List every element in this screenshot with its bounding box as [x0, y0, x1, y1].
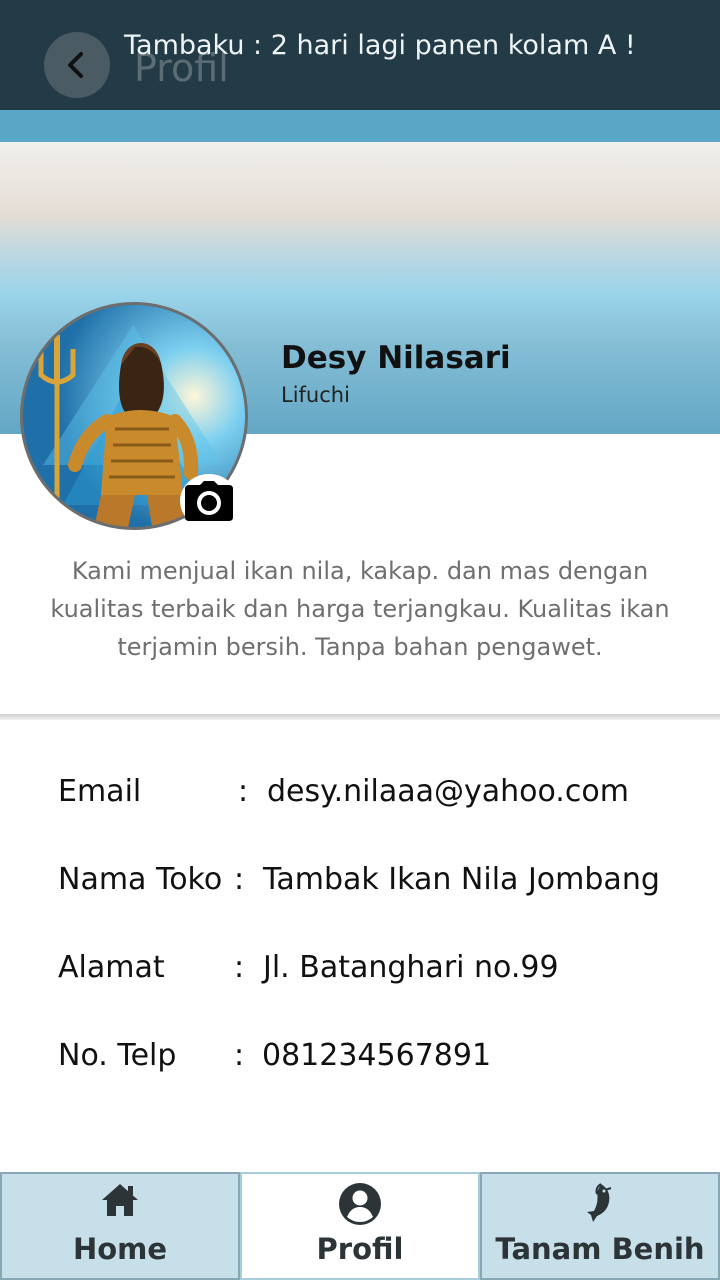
nav-profil[interactable]: Profil [240, 1172, 480, 1280]
bottom-navigation: Home Profil Tanam Benih [0, 1172, 720, 1280]
nav-tanam-benih-label: Tanam Benih [495, 1232, 705, 1266]
info-label: No. Telp [58, 1038, 177, 1073]
notification-banner[interactable]: Tambaku : 2 hari lagi panen kolam A ! [124, 30, 636, 61]
phone-value: 081234567891 [262, 1038, 492, 1073]
info-row-phone: No. Telp : 081234567891 [58, 1038, 708, 1082]
info-colon: : [238, 774, 249, 809]
change-photo-button[interactable] [180, 474, 238, 528]
info-label: Alamat [58, 950, 165, 985]
fish-icon [587, 1183, 612, 1222]
app-header: Profil Tambaku : 2 hari lagi panen kolam… [0, 0, 720, 110]
profile-name: Desy Nilasari [281, 340, 511, 376]
address-value: Jl. Batanghari no.99 [263, 950, 559, 985]
info-row-store: Nama Toko : Tambak Ikan Nila Jombang [58, 862, 708, 906]
info-label: Email [58, 774, 142, 809]
info-colon: : [234, 862, 245, 897]
profile-bio: Kami menjual ikan nila, kakap. dan mas d… [50, 557, 670, 661]
info-row-address: Alamat : Jl. Batanghari no.99 [58, 950, 708, 994]
info-colon: : [234, 1038, 245, 1073]
profile-username: Lifuchi [281, 383, 350, 407]
email-value: desy.nilaaa@yahoo.com [267, 774, 629, 809]
chevron-left-icon [68, 52, 83, 78]
back-button[interactable] [44, 32, 110, 98]
nav-profil-label: Profil [316, 1232, 404, 1266]
camera-icon [185, 481, 233, 521]
nav-home[interactable]: Home [0, 1172, 240, 1280]
home-icon [102, 1184, 138, 1216]
info-colon: : [234, 950, 245, 985]
info-row-email: Email : desy.nilaaa@yahoo.com [58, 774, 708, 818]
store-name-value: Tambak Ikan Nila Jombang [263, 862, 660, 897]
info-label: Nama Toko [58, 862, 223, 897]
user-circle-icon [339, 1183, 381, 1225]
nav-home-label: Home [72, 1232, 168, 1266]
nav-tanam-benih[interactable]: Tanam Benih [480, 1172, 720, 1280]
accent-strip [0, 110, 720, 142]
section-divider [0, 714, 720, 720]
